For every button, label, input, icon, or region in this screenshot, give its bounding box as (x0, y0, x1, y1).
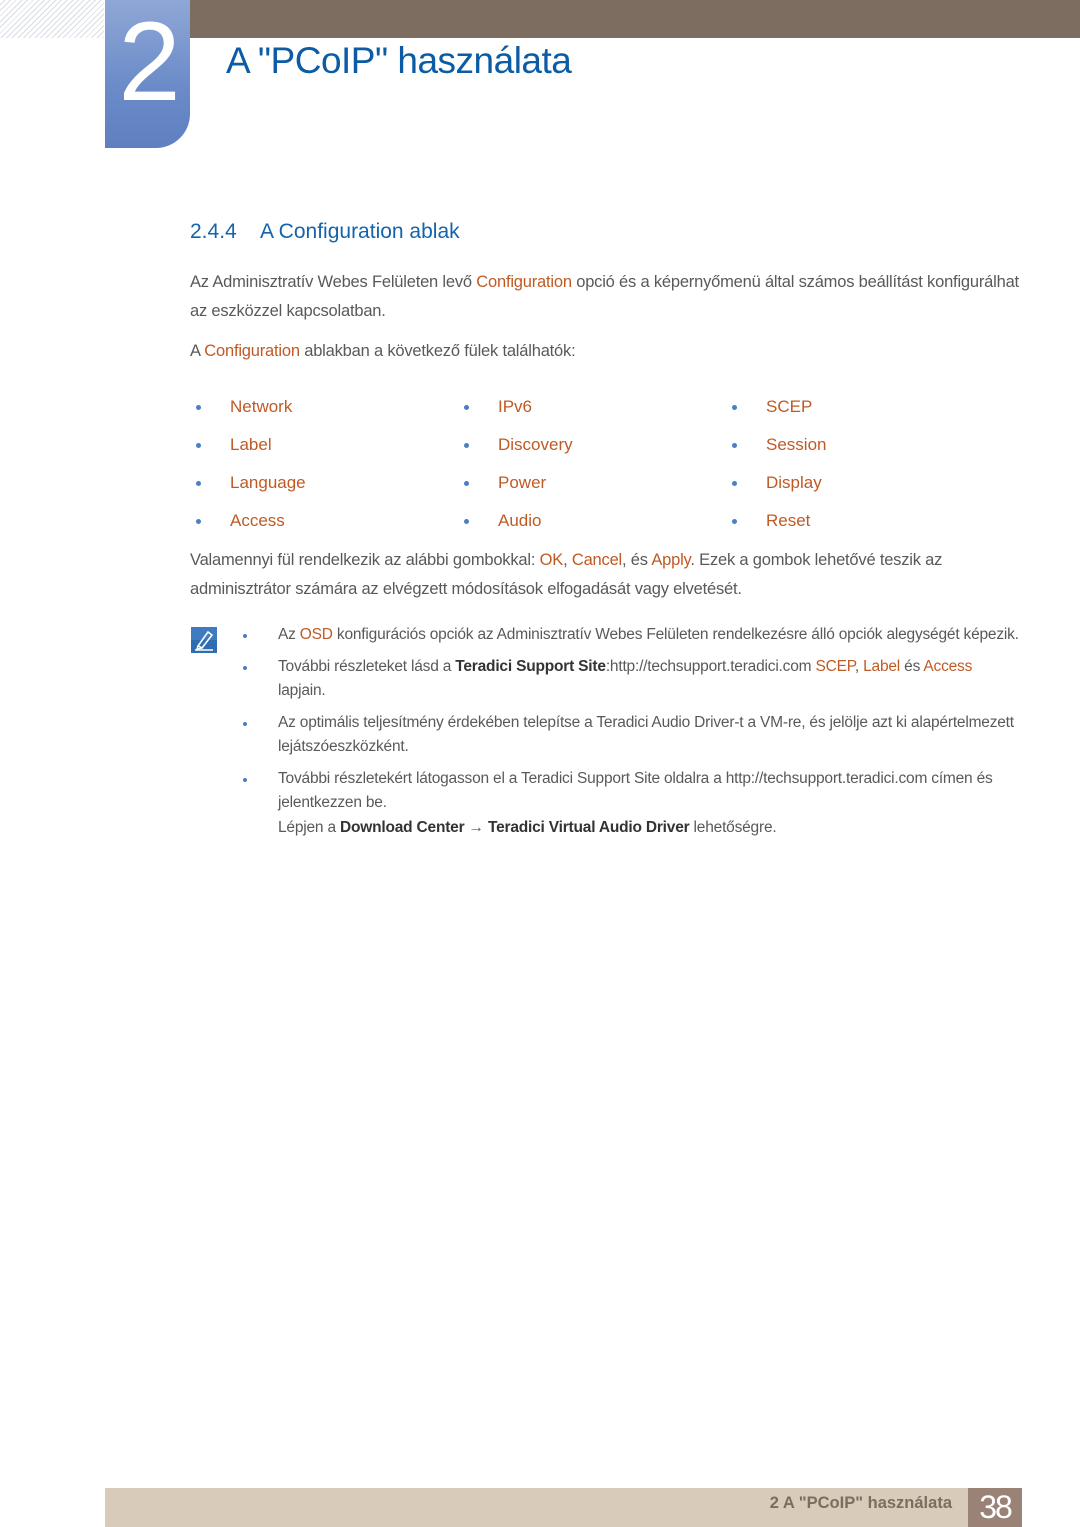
tabs-row: Access Audio Reset (190, 508, 1020, 546)
text: lapjain. (278, 682, 326, 699)
buttons-paragraph: Valamennyi fül rendelkezik az alábbi gom… (190, 546, 1020, 604)
bullet-icon (732, 481, 737, 486)
chapter-tab: 2 (105, 0, 190, 148)
apply-label: Apply (651, 551, 691, 569)
section-number: 2.4.4 (190, 220, 237, 243)
note-pencil-icon (191, 627, 217, 653)
notes-list: Az OSD konfigurációs opciók az Adminiszt… (240, 623, 1020, 847)
tab-label: Audio (498, 511, 542, 530)
tab-label: Session (766, 435, 827, 454)
text: Az (278, 626, 300, 643)
tab-label: Network (230, 397, 293, 416)
text: , és (622, 551, 652, 569)
tabs-intro-paragraph: A Configuration ablakban a következő fül… (190, 337, 1020, 366)
text: , (854, 657, 864, 675)
text: Lépjen a (278, 818, 340, 836)
text: További részleteket lásd a (278, 657, 456, 675)
configuration-link: Configuration (204, 342, 300, 360)
bullet-icon (196, 481, 201, 486)
text: Valamennyi fül rendelkezik az alábbi gom… (190, 551, 540, 569)
bullet-icon (196, 519, 201, 524)
download-center-label: Download Center (339, 818, 465, 836)
text: Az optimális teljesítmény érdekében tele… (278, 713, 1014, 756)
note-item: Az optimális teljesítmény érdekében tele… (240, 711, 1020, 760)
bullet-icon (243, 777, 247, 782)
decorative-hatch (0, 0, 104, 38)
bullet-icon (464, 481, 469, 486)
tab-label: Language (230, 473, 306, 492)
cancel-label: Cancel (571, 551, 623, 569)
tab-label: IPv6 (498, 397, 533, 416)
bullet-icon (464, 443, 469, 448)
support-site-label: Teradici Support Site (455, 657, 606, 675)
text: A (190, 342, 205, 360)
header-bar (190, 0, 1080, 38)
bullet-icon (196, 443, 201, 448)
text: lehetőségre. (689, 818, 777, 836)
bullet-icon (196, 405, 201, 410)
tabs-row: Network IPv6 SCEP (190, 394, 1020, 432)
chapter-number: 2 (118, 0, 180, 124)
page-number: 38 (968, 1488, 1022, 1527)
text: ablakban a következő fülek találhatók: (299, 342, 576, 360)
bullet-icon (464, 519, 469, 524)
scep-label: SCEP (815, 657, 855, 675)
tab-label: Access (230, 511, 285, 530)
bullet-icon (243, 665, 247, 670)
ok-label: OK (539, 551, 564, 569)
tab-label: Display (766, 473, 822, 492)
note-item: További részleteket lásd a Teradici Supp… (240, 655, 1020, 704)
tabs-row: Language Power Display (190, 470, 1020, 508)
arrow-right-icon: → (464, 818, 488, 836)
tab-label: Power (498, 473, 547, 492)
tab-label: Label (230, 435, 272, 454)
osd-label: OSD (299, 626, 333, 643)
bullet-icon (732, 519, 737, 524)
chapter-title: A "PCoIP" használata (226, 40, 572, 81)
label-label: Label (863, 657, 901, 675)
text: konfigurációs opciók az Adminisztratív W… (332, 626, 1019, 643)
tab-label: SCEP (766, 397, 813, 416)
intro-paragraph: Az Adminisztratív Webes Felületen levő C… (190, 268, 1020, 326)
audio-driver-label: Teradici Virtual Audio Driver (487, 818, 690, 836)
bullet-icon (243, 721, 247, 726)
bullet-icon (464, 405, 469, 410)
bullet-icon (243, 634, 247, 638)
tabs-list: Network IPv6 SCEP Label Discovery Sessio… (190, 394, 1020, 546)
tab-label: Reset (766, 511, 811, 530)
text: , (563, 551, 572, 569)
text: és (900, 657, 924, 675)
note-item: Az OSD konfigurációs opciók az Adminiszt… (240, 623, 1020, 648)
bullet-icon (732, 405, 737, 410)
text: Az Adminisztratív Webes Felületen levő (190, 273, 477, 291)
text: További részletekért látogasson el a Ter… (278, 769, 993, 812)
bullet-icon (732, 443, 737, 448)
configuration-link: Configuration (476, 273, 572, 291)
support-url: :http://techsupport.teradici.com (605, 657, 816, 675)
tab-label: Discovery (498, 435, 573, 454)
access-label: Access (923, 657, 973, 675)
note-item: További részletekért látogasson el a Ter… (240, 767, 1020, 841)
footer-chapter-title: 2 A "PCoIP" használata (769, 1494, 952, 1512)
section-heading: A Configuration ablak (260, 220, 460, 243)
tabs-row: Label Discovery Session (190, 432, 1020, 470)
section-title: 2.4.4 A Configuration ablak (190, 220, 460, 244)
